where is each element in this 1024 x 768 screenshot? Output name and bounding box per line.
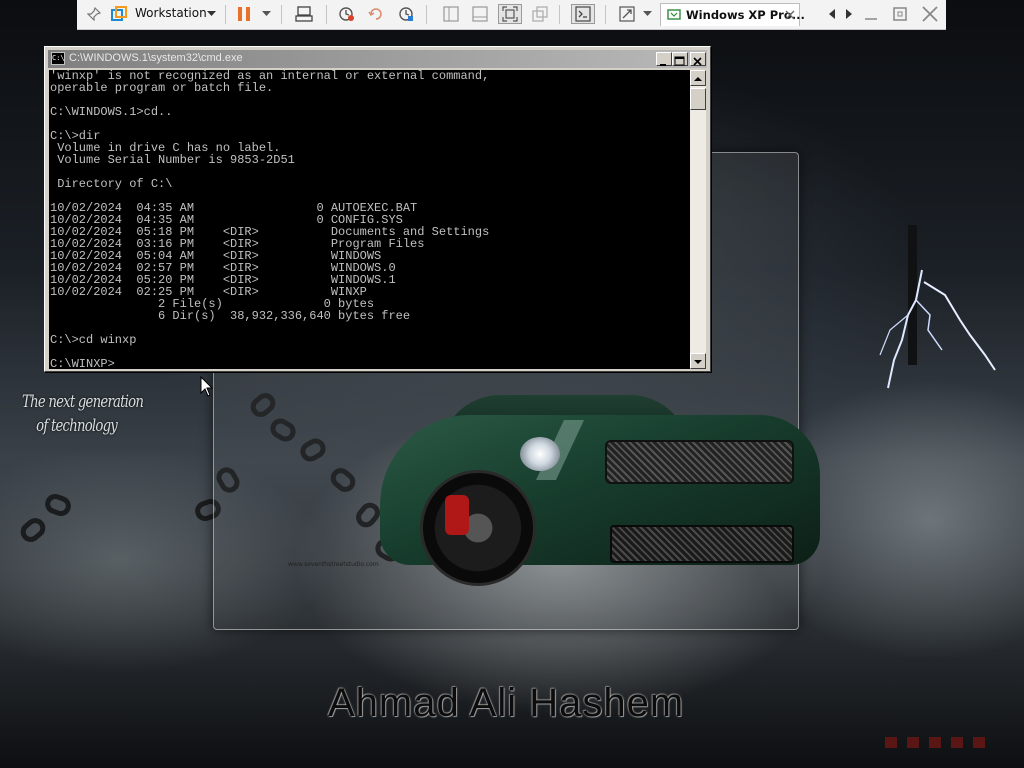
wallpaper-dots: [885, 737, 985, 748]
chain-link: [42, 491, 74, 519]
toolbar-separator: [426, 5, 427, 24]
car-headlight: [520, 437, 560, 471]
arrow-up-icon: [694, 77, 702, 81]
revert-snapshot-button[interactable]: [365, 4, 387, 24]
console-view-button[interactable]: [571, 4, 595, 24]
sidebar-icon: [443, 6, 459, 22]
stretch-icon: [619, 6, 635, 22]
take-snapshot-button[interactable]: [335, 4, 357, 24]
minimize-icon: [660, 64, 666, 66]
dot: [973, 737, 985, 748]
car-graphic: [350, 395, 820, 595]
toolbar-separator: [326, 5, 327, 24]
full-screen-button[interactable]: [498, 4, 522, 24]
unity-button[interactable]: [529, 4, 551, 24]
cmd-close-button[interactable]: [690, 52, 706, 66]
cmd-titlebar[interactable]: C:\ C:\WINDOWS.1\system32\cmd.exe: [48, 50, 707, 68]
car-lower-grille: [610, 525, 794, 563]
pause-icon: [238, 7, 250, 21]
close-icon: [922, 6, 938, 22]
wallpaper-tagline: The next generation of technology: [22, 390, 144, 438]
close-icon: [693, 57, 702, 66]
workstation-menu-label: Workstation: [135, 6, 207, 20]
scroll-thumb[interactable]: [690, 88, 706, 110]
pin-icon: [87, 7, 101, 21]
scroll-up-button[interactable]: [690, 70, 706, 86]
chevron-down-icon: [642, 11, 652, 16]
vmware-logo-icon: [111, 6, 127, 21]
minimize-button[interactable]: [860, 4, 882, 24]
scroll-down-button[interactable]: [690, 353, 706, 369]
terminal-icon: [575, 6, 591, 22]
dot: [929, 737, 941, 748]
pause-button[interactable]: [233, 4, 255, 24]
tab-close-button[interactable]: [785, 9, 797, 21]
pin-button[interactable]: [83, 4, 105, 24]
cmd-maximize-button[interactable]: [672, 52, 688, 66]
vmware-toolbar: Workstation Windows XP Pro...: [77, 0, 946, 30]
cmd-title: C:\WINDOWS.1\system32\cmd.exe: [69, 52, 243, 64]
unity-icon: [532, 6, 548, 22]
send-ctrl-alt-del-button[interactable]: [293, 4, 315, 24]
thumbnail-icon: [472, 6, 488, 22]
close-window-button[interactable]: [919, 4, 941, 24]
pause-dropdown[interactable]: [259, 4, 273, 24]
chevron-right-icon: [846, 9, 852, 19]
chevron-down-icon: [261, 11, 271, 16]
fullscreen-icon: [502, 6, 518, 22]
toolbar-separator: [605, 5, 606, 24]
snapshot-icon: [339, 7, 354, 21]
snapshot-manager-icon: [399, 7, 413, 21]
wallpaper-signature: Ahmad Ali Hashem: [328, 681, 685, 725]
toolbar-separator: [281, 5, 282, 24]
wallpaper-watermark-url: www.seventhstreetstudio.com: [288, 561, 379, 568]
car-brake-caliper: [445, 495, 469, 535]
maximize-icon: [674, 56, 685, 66]
cmd-console-output[interactable]: 'winxp' is not recognized as an internal…: [49, 70, 690, 369]
send-keys-icon: [295, 6, 313, 22]
tab-windows-xp-pro[interactable]: Windows XP Pro...: [660, 3, 805, 26]
tab-scroll-left-button[interactable]: [825, 4, 839, 24]
cmd-window[interactable]: C:\ C:\WINDOWS.1\system32\cmd.exe 'winxp…: [44, 46, 711, 372]
car-wheel: [420, 470, 536, 586]
workstation-menu-dropdown[interactable]: [204, 4, 218, 24]
tagline-line-1: The next generation: [22, 392, 144, 412]
restore-button[interactable]: [889, 4, 911, 24]
revert-icon: [368, 8, 382, 20]
mouse-pointer-icon: [200, 376, 214, 397]
stretch-dropdown[interactable]: [640, 4, 654, 24]
toolbar-separator: [559, 5, 560, 24]
arrow-down-icon: [694, 360, 702, 364]
cmd-vertical-scrollbar[interactable]: [690, 70, 706, 369]
tagline-line-2: of technology: [36, 416, 118, 436]
show-library-button[interactable]: [440, 4, 462, 24]
toolbar-separator: [225, 5, 226, 24]
car-grille: [605, 440, 794, 484]
chain-link: [16, 513, 50, 547]
vm-tab-icon: [667, 9, 681, 20]
tab-scroll-right-button[interactable]: [842, 4, 856, 24]
stretch-guest-button[interactable]: [616, 4, 638, 24]
cmd-app-icon[interactable]: C:\: [51, 52, 65, 65]
close-icon: [785, 10, 795, 20]
cmd-output-text: 'winxp' is not recognized as an internal…: [50, 70, 490, 369]
lightning-graphic: [879, 269, 996, 389]
dot: [885, 737, 897, 748]
maximize-icon: [893, 7, 907, 21]
chevron-left-icon: [829, 9, 835, 19]
show-thumbnail-bar-button[interactable]: [469, 4, 491, 24]
minimize-icon: [865, 18, 877, 20]
chevron-down-icon: [206, 11, 216, 16]
cmd-minimize-button[interactable]: [656, 52, 672, 66]
dot: [951, 737, 963, 748]
snapshot-manager-button[interactable]: [395, 4, 417, 24]
dot: [907, 737, 919, 748]
